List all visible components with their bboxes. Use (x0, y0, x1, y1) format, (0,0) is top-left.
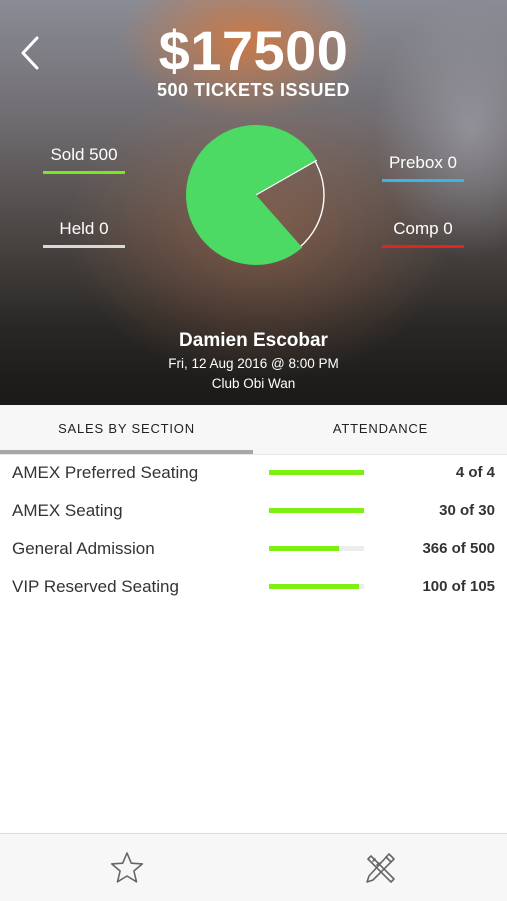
list-item[interactable]: AMEX Preferred Seating 4 of 4 (0, 455, 507, 493)
tab-attendance[interactable]: ATTENDANCE (254, 405, 507, 454)
section-name: AMEX Preferred Seating (12, 463, 199, 482)
section-name: AMEX Seating (12, 501, 123, 520)
revenue-amount: $17500 (158, 19, 349, 82)
stat-sold-underline (43, 171, 125, 174)
stat-prebox: Prebox 0 (382, 153, 464, 182)
progress-fill (269, 508, 364, 513)
section-count: 30 of 30 (439, 502, 495, 519)
stat-held-label: Held 0 (59, 219, 109, 238)
section-count: 100 of 105 (422, 578, 495, 595)
tools-icon (366, 853, 395, 883)
stat-comp-underline (382, 245, 464, 248)
tab-bar: SALES BY SECTION ATTENDANCE (0, 405, 507, 455)
bottom-toolbar (0, 833, 507, 901)
event-name: Damien Escobar (179, 330, 328, 351)
stat-prebox-underline (382, 179, 464, 182)
stat-comp: Comp 0 (382, 219, 464, 248)
favorite-button[interactable] (109, 850, 145, 886)
section-name: General Admission (12, 539, 155, 558)
tickets-issued: 500 TICKETS ISSUED (156, 80, 351, 100)
list-item[interactable]: AMEX Seating 30 of 30 (0, 493, 507, 531)
pie-slice-sold (186, 125, 317, 266)
progress-bar (269, 470, 364, 475)
progress-bar (269, 546, 364, 551)
stat-held-underline (43, 245, 125, 248)
star-icon (110, 852, 144, 883)
section-count: 366 of 500 (422, 540, 495, 557)
stat-held: Held 0 (43, 219, 125, 248)
progress-fill (269, 470, 364, 475)
progress-fill (269, 584, 360, 589)
section-name: VIP Reserved Seating (12, 577, 179, 596)
section-count: 4 of 4 (455, 464, 495, 481)
event-venue: Club Obi Wan (211, 376, 296, 391)
progress-bar (269, 508, 364, 513)
stat-comp-label: Comp 0 (393, 219, 453, 238)
section-list: AMEX Preferred Seating 4 of 4 AMEX Seati… (0, 455, 507, 607)
stat-prebox-label: Prebox 0 (388, 153, 458, 172)
progress-bar (269, 584, 364, 589)
event-hero: $17500 500 TICKETS ISSUED Sold 500 Held … (0, 0, 507, 405)
list-item[interactable]: VIP Reserved Seating 100 of 105 (0, 569, 507, 607)
tab-sales-by-section[interactable]: SALES BY SECTION (0, 405, 253, 454)
list-item[interactable]: General Admission 366 of 500 (0, 531, 507, 569)
sales-pie-chart (186, 125, 325, 266)
stat-sold: Sold 500 (43, 145, 125, 174)
stat-sold-label: Sold 500 (50, 145, 118, 164)
event-date: Fri, 12 Aug 2016 @ 8:00 PM (168, 356, 339, 371)
tools-button[interactable] (362, 850, 398, 886)
progress-fill (269, 546, 339, 551)
